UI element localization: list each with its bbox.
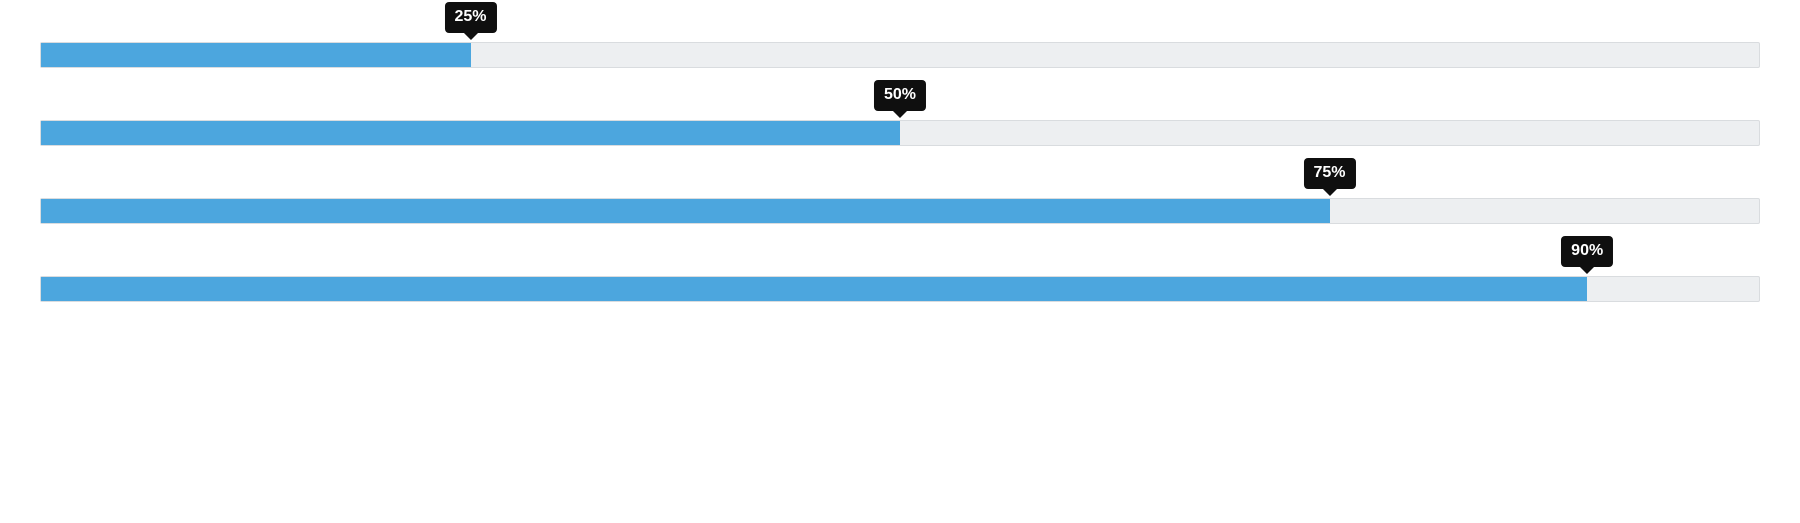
progress-tooltip: 90% [1561, 236, 1613, 267]
progress-bar-row: 75% [40, 146, 1760, 224]
progress-tooltip: 25% [444, 2, 496, 33]
progress-tooltip: 50% [874, 80, 926, 111]
progress-tooltip-label: 25% [454, 8, 486, 25]
progress-bar-row: 50% [40, 68, 1760, 146]
progress-bar-fill [41, 199, 1330, 223]
progress-tooltip-label: 90% [1571, 242, 1603, 259]
progress-bar-fill [41, 277, 1587, 301]
progress-bar-track: 75% [40, 198, 1760, 224]
progress-bars-container: 25% 50% 75% 90% [0, 0, 1800, 523]
progress-bar-track: 50% [40, 120, 1760, 146]
progress-bar-fill [41, 121, 900, 145]
progress-tooltip-label: 75% [1313, 164, 1345, 181]
progress-tooltip: 75% [1303, 158, 1355, 189]
progress-bar-track: 90% [40, 276, 1760, 302]
progress-bar-track: 25% [40, 42, 1760, 68]
progress-bar-row: 25% [40, 0, 1760, 68]
progress-tooltip-label: 50% [884, 86, 916, 103]
progress-bar-row: 90% [40, 224, 1760, 302]
progress-bar-fill [41, 43, 471, 67]
